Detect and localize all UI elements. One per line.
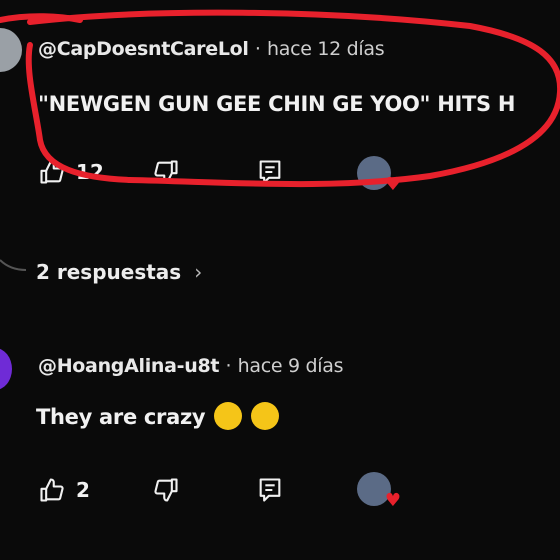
red-annotation-outline	[0, 9, 560, 188]
chevron-right-icon: ›	[194, 260, 203, 284]
thread-connector-line	[0, 259, 27, 271]
like-count: 2	[76, 478, 90, 502]
comment-text-content: They are crazy	[36, 405, 206, 429]
tears-of-joy-emoji	[214, 402, 243, 430]
author-avatar[interactable]	[0, 348, 12, 390]
thumbs-up-icon	[40, 478, 64, 502]
creator-heart-avatar: ♥	[357, 472, 401, 510]
replies-label: 2 respuestas	[36, 260, 182, 284]
dislike-button[interactable]	[150, 474, 182, 506]
view-replies-button[interactable]: 2 respuestas ›	[36, 260, 202, 284]
grinning-sweat-emoji	[251, 402, 280, 430]
reply-button[interactable]	[254, 474, 286, 506]
comment-timestamp[interactable]: hace 9 días	[238, 355, 344, 377]
comment-text: They are crazy	[36, 402, 280, 432]
meta-separator: ·	[225, 355, 232, 377]
comment-meta: @HoangAlina-u8t · hace 9 días	[38, 355, 343, 377]
comment-icon	[259, 478, 281, 502]
like-button[interactable]	[36, 474, 68, 506]
thumbs-down-icon	[154, 478, 178, 502]
author-handle[interactable]: @HoangAlina-u8t	[38, 355, 220, 377]
heart-icon: ♥	[384, 490, 401, 511]
